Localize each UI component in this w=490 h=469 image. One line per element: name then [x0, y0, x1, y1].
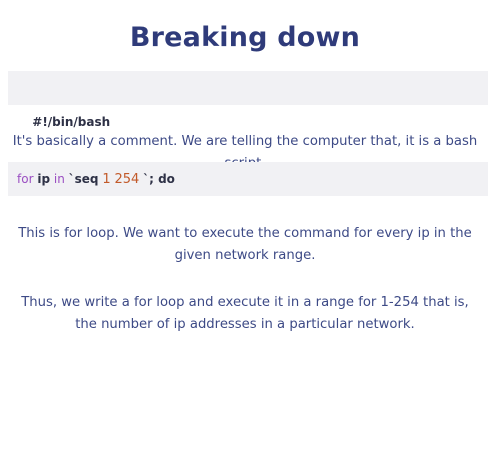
code-shebang: #!/bin/bash: [32, 115, 111, 129]
code-keyword-for: for: [17, 172, 34, 186]
page-title: Breaking down: [129, 22, 361, 53]
code-block-shebang: #!/bin/bash: [8, 71, 488, 129]
code-variable-ip: ip: [37, 172, 51, 186]
code-do-keyword: ; do: [149, 172, 175, 186]
code-block-for-loop: for ip in `seq 1 254 `; do: [8, 162, 488, 196]
code-number-start: 1: [102, 172, 111, 187]
article-page: Breaking down #!/bin/bash It's basically…: [0, 0, 490, 469]
explanation-range: Thus, we write a for loop and execute it…: [21, 295, 469, 332]
code-command-seq: seq: [74, 172, 99, 186]
explanation-for-loop: This is for loop. We want to execute the…: [18, 226, 472, 263]
code-keyword-in: in: [53, 172, 65, 186]
code-number-end: 254: [114, 172, 140, 187]
